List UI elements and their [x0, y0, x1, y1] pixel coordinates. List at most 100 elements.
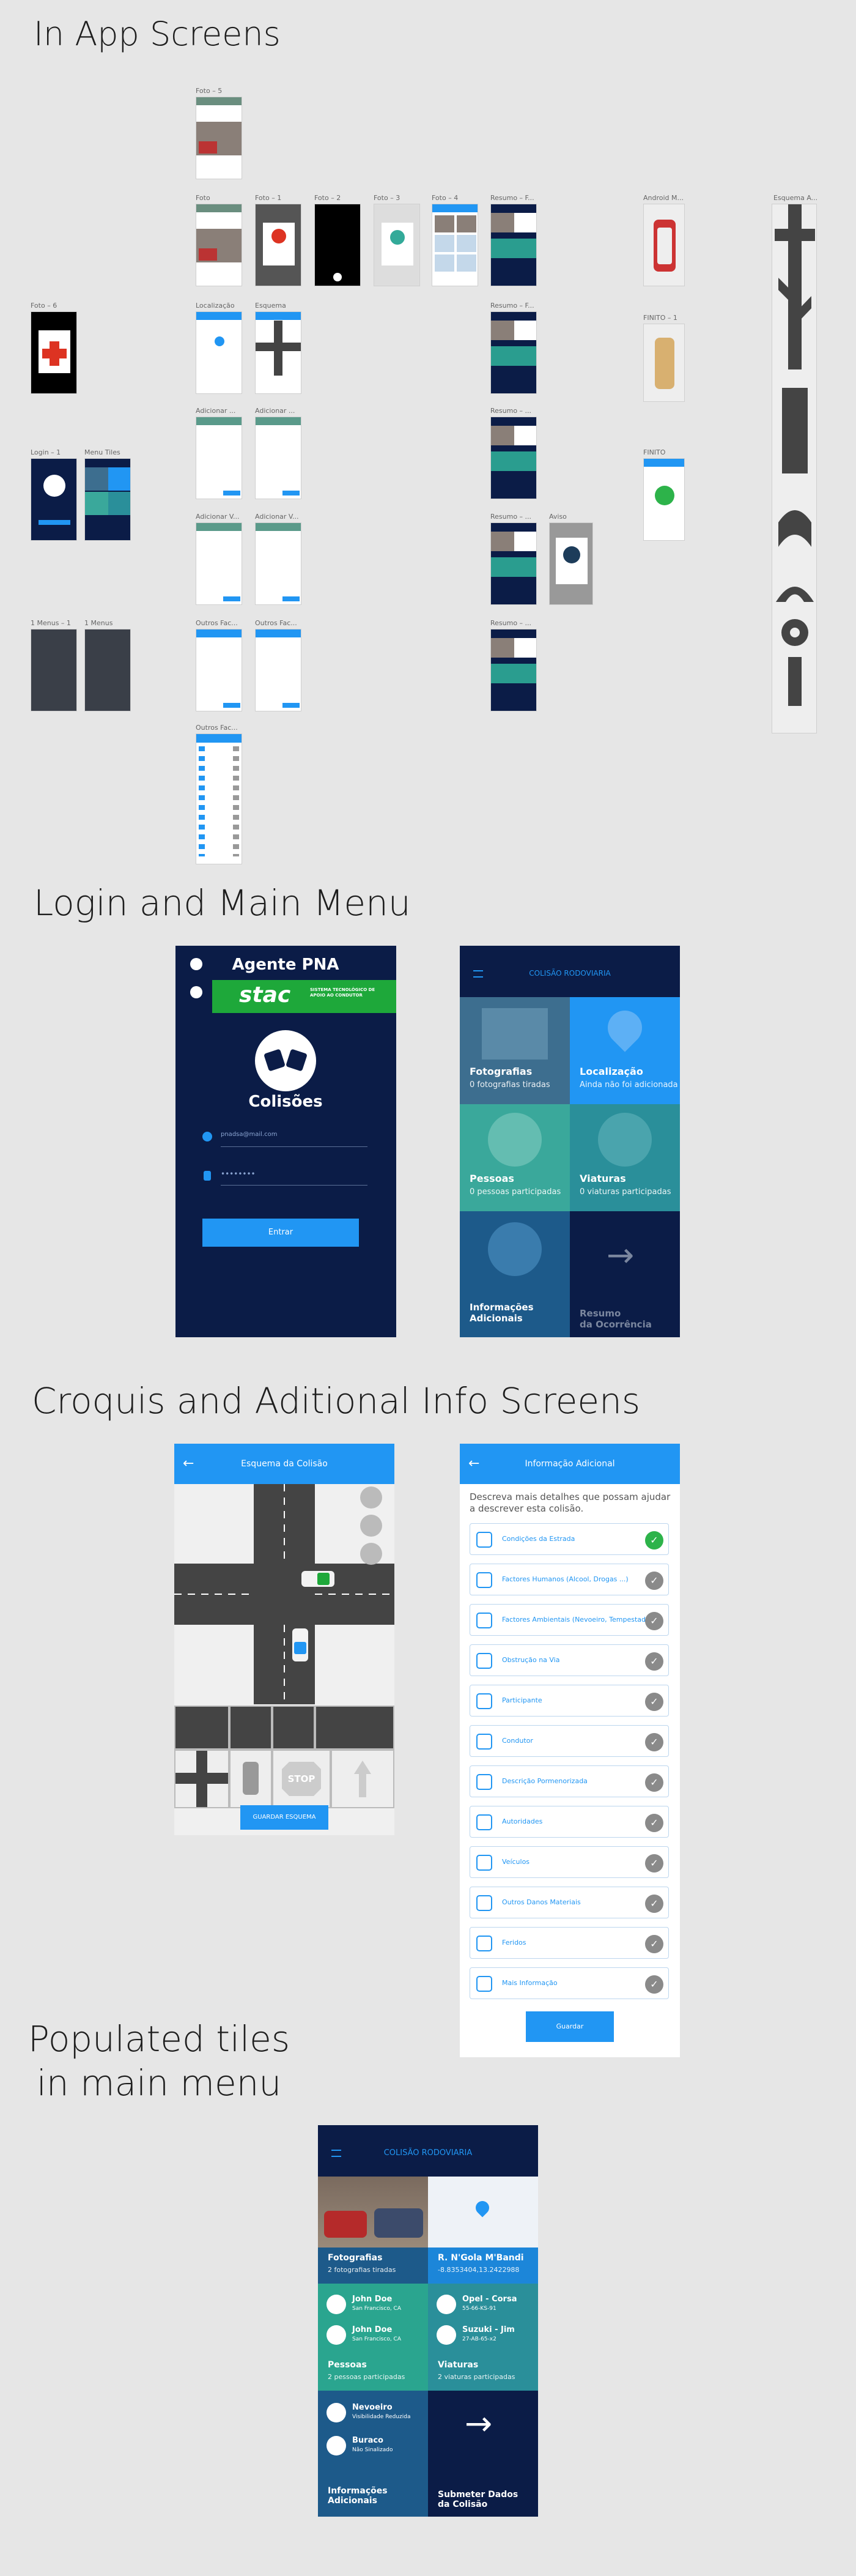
thumb-foto-5[interactable]: [196, 97, 242, 179]
info-item[interactable]: Autoridades ✓: [470, 1806, 669, 1838]
thumb-foto-2[interactable]: [314, 204, 361, 286]
thumb-menus-1[interactable]: [31, 629, 77, 711]
check-icon[interactable]: ✓: [645, 1854, 663, 1873]
check-icon[interactable]: ✓: [645, 1733, 663, 1751]
thumb-esquema[interactable]: [255, 311, 301, 394]
road-pieces-palette[interactable]: STOP: [174, 1706, 394, 1808]
thumb-resumo-4[interactable]: [490, 522, 537, 605]
tile-localizacao[interactable]: Localização Ainda não foi adicionada: [570, 997, 680, 1104]
section-title: In App Screens: [34, 15, 281, 53]
thumb-foto-4[interactable]: [432, 204, 478, 286]
location-pin-icon: [473, 2198, 492, 2218]
info-item[interactable]: Factores Humanos (Alcool, Drogas ...) ✓: [470, 1564, 669, 1595]
thumb-aviso[interactable]: [549, 522, 593, 605]
thumb-login-1[interactable]: [31, 458, 77, 541]
info-item-label: Outros Danos Materiais: [502, 1898, 581, 1906]
info-item-icon: [476, 1734, 492, 1750]
info-item[interactable]: Feridos ✓: [470, 1927, 669, 1959]
thumb-resumo-f-1[interactable]: [490, 204, 537, 286]
thumb-adicionar-2[interactable]: [255, 417, 301, 499]
info-item[interactable]: Descrição Pormenorizada ✓: [470, 1765, 669, 1797]
tile-fotografias[interactable]: Fotografias 0 fotografias tiradas: [460, 997, 570, 1104]
info-item-label: Autoridades: [502, 1817, 543, 1825]
save-button[interactable]: Guardar: [526, 2011, 614, 2042]
tile-viaturas[interactable]: Opel - Corsa 55-66-KS-91 Suzuki - Jim 27…: [428, 2284, 538, 2391]
thumb-finito-1[interactable]: [643, 324, 685, 402]
thumb-label: Adicionar V...: [196, 513, 240, 521]
thumb-android[interactable]: [643, 204, 685, 286]
check-icon[interactable]: ✓: [645, 1693, 663, 1711]
info-item[interactable]: Factores Ambientais (Nevoeiro, Tempestad…: [470, 1604, 669, 1636]
check-icon[interactable]: ✓: [645, 1975, 663, 1994]
thumb-menus[interactable]: [84, 629, 131, 711]
thumb-foto-3[interactable]: [374, 204, 420, 286]
tile-resumo[interactable]: → Resumo da Ocorrência: [570, 1211, 680, 1337]
info-item[interactable]: Obstrução na Via ✓: [470, 1644, 669, 1676]
fog-icon: [327, 2403, 346, 2422]
check-icon[interactable]: ✓: [645, 1773, 663, 1792]
tile-title: R. N'Gola M'Bandi: [438, 2253, 524, 2263]
tile-fotografias[interactable]: Fotografias 2 fotografias tiradas: [318, 2177, 428, 2284]
thumb-resumo-5[interactable]: [490, 629, 537, 711]
thumb-label: Foto – 6: [31, 302, 57, 310]
main-menu-title: COLISÃO RODOVIARIA: [529, 969, 611, 978]
thumb-resumo-f-2[interactable]: [490, 311, 537, 394]
info-item-label: Factores Ambientais (Nevoeiro, Tempestad…: [502, 1616, 662, 1624]
info-item-icon: [476, 1895, 492, 1911]
save-sketch-button[interactable]: GUARDAR ESQUEMA: [240, 1805, 328, 1830]
thumb-foto[interactable]: [196, 204, 242, 286]
thumb-adicionar-v-1[interactable]: [196, 522, 242, 605]
email-field[interactable]: pnadsa@mail.com: [221, 1131, 367, 1147]
tile-pessoas[interactable]: Pessoas 0 pessoas participadas: [460, 1104, 570, 1211]
thumb-menu-tiles[interactable]: [84, 458, 131, 541]
check-icon[interactable]: ✓: [645, 1531, 663, 1550]
check-icon[interactable]: ✓: [645, 1652, 663, 1671]
map-preview: [428, 2177, 538, 2248]
info-item[interactable]: Condutor ✓: [470, 1725, 669, 1757]
thumb-label: Outros Fac...: [196, 619, 238, 627]
thumb-finito[interactable]: [643, 458, 685, 541]
info-item[interactable]: Mais Informação ✓: [470, 1967, 669, 1999]
intersection-canvas[interactable]: [174, 1484, 394, 1704]
thumb-label: Adicionar V...: [255, 513, 299, 521]
stac-subtitle: SISTEMA TECNOLÓGICO DE APOIO AO CONDUTOR: [310, 987, 375, 998]
tile-submeter[interactable]: → Submeter Dados da Colisão: [428, 2391, 538, 2517]
thumb-foto-1[interactable]: [255, 204, 301, 286]
tile-informacoes-adicionais[interactable]: Nevoeiro Visibilidade Reduzida Buraco Nã…: [318, 2391, 428, 2517]
check-icon[interactable]: ✓: [645, 1814, 663, 1832]
thumb-label: Foto – 5: [196, 87, 223, 95]
thumb-outros-1[interactable]: [196, 629, 242, 711]
info-item[interactable]: Condições da Estrada ✓: [470, 1523, 669, 1555]
info-item[interactable]: Outros Danos Materiais ✓: [470, 1887, 669, 1918]
thumb-esquema-a[interactable]: [772, 204, 817, 733]
person-row: John Doe San Francisco, CA: [327, 2324, 424, 2348]
thumb-localizacao[interactable]: [196, 311, 242, 394]
back-arrow-icon[interactable]: ←: [183, 1444, 194, 1484]
info-item[interactable]: Veículos ✓: [470, 1846, 669, 1878]
tile-informacoes-adicionais[interactable]: Informações Adicionais: [460, 1211, 570, 1337]
tile-title: Pessoas: [470, 1173, 514, 1184]
back-arrow-icon[interactable]: ←: [468, 1444, 479, 1484]
car-icon: [437, 2295, 456, 2314]
thumb-adicionar-v-2[interactable]: [255, 522, 301, 605]
thumb-resumo-3[interactable]: [490, 417, 537, 499]
login-button[interactable]: Entrar: [202, 1219, 359, 1247]
tile-subtitle: 2 fotografias tiradas: [328, 2266, 396, 2274]
check-icon[interactable]: ✓: [645, 1895, 663, 1913]
thumb-foto-6[interactable]: [31, 311, 77, 394]
check-icon[interactable]: ✓: [645, 1612, 663, 1630]
password-field[interactable]: ••••••••: [221, 1170, 367, 1186]
tile-pessoas[interactable]: John Doe San Francisco, CA John Doe San …: [318, 2284, 428, 2391]
check-icon[interactable]: ✓: [645, 1935, 663, 1953]
info-item-label: Feridos: [502, 1939, 526, 1947]
check-icon[interactable]: ✓: [645, 1572, 663, 1590]
tile-localizacao[interactable]: R. N'Gola M'Bandi -8.8353404,13.2422988: [428, 2177, 538, 2284]
thumb-outros-2[interactable]: [255, 629, 301, 711]
tile-title: Localização: [580, 1066, 643, 1077]
info-item[interactable]: Participante ✓: [470, 1685, 669, 1717]
info-item-label: Condutor: [502, 1737, 533, 1745]
thumb-adicionar-1[interactable]: [196, 417, 242, 499]
thumb-label: FINITO – 1: [643, 314, 677, 322]
tile-viaturas[interactable]: Viaturas 0 viaturas participadas: [570, 1104, 680, 1211]
thumb-outros-3[interactable]: [196, 733, 242, 864]
